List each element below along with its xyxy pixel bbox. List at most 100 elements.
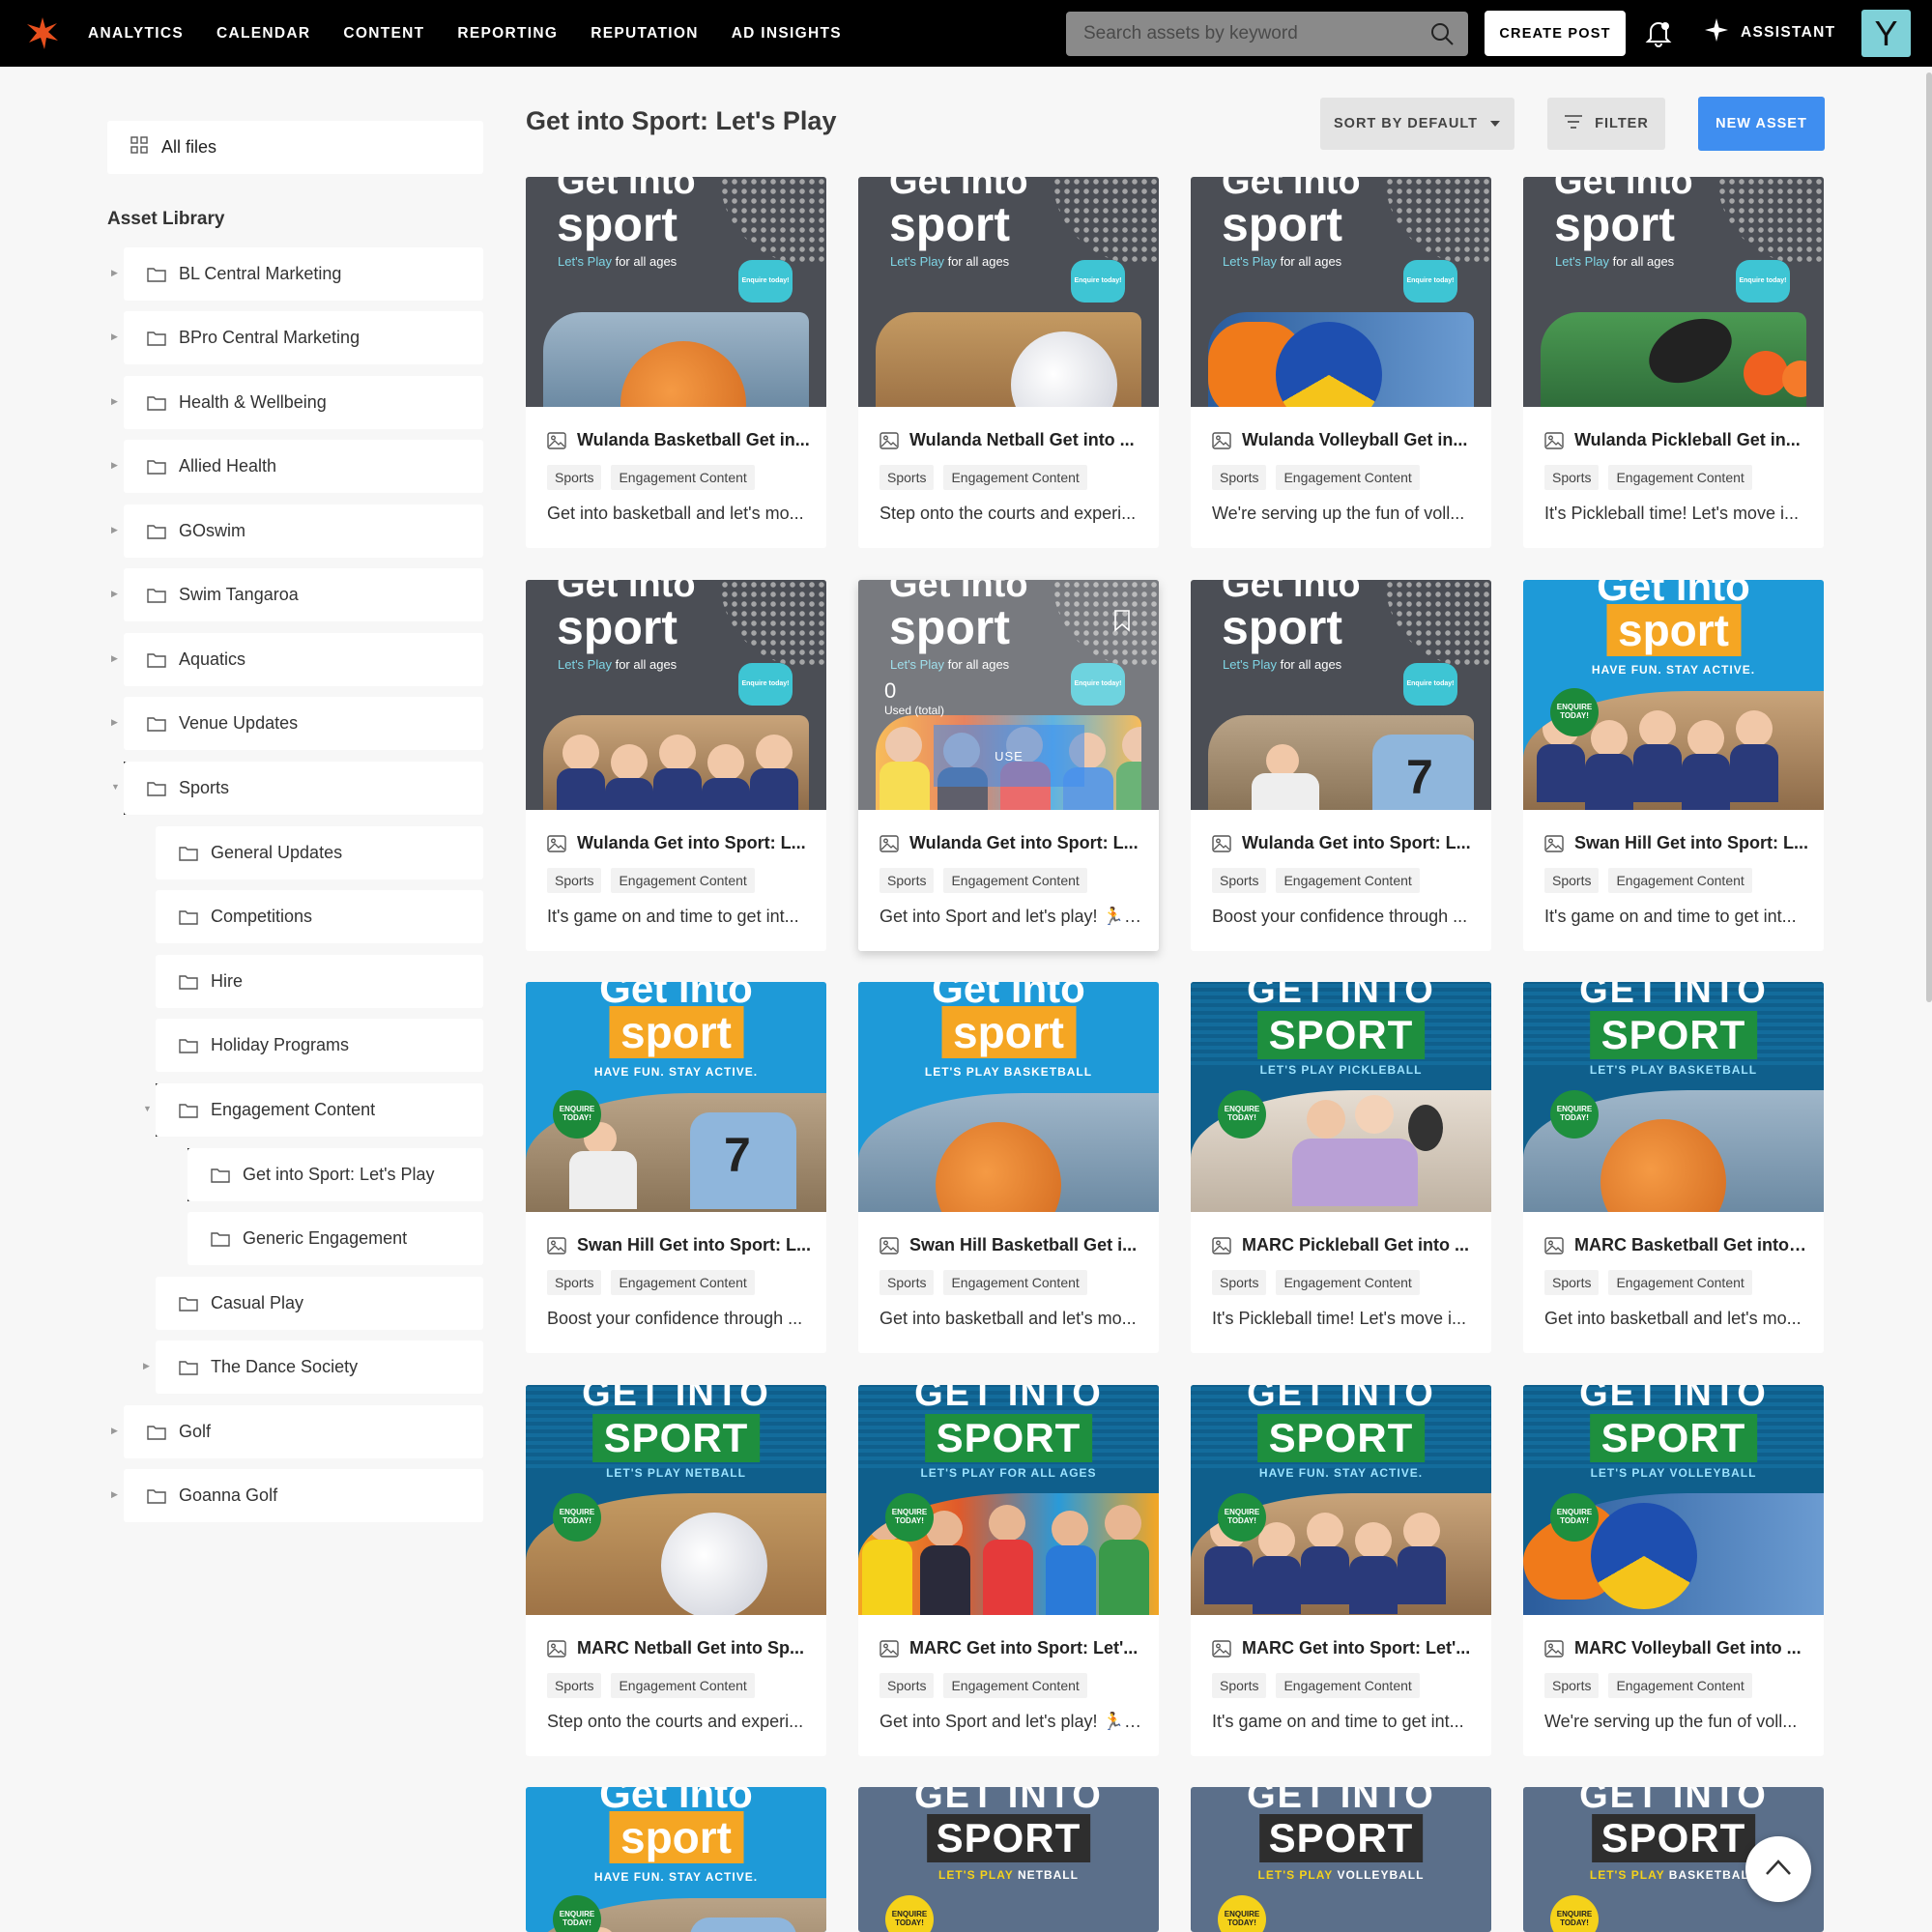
asset-card[interactable]: GET INTO SPORT LET'S PLAY NETBALL ENQUIRE T… [526, 1385, 826, 1756]
asset-card[interactable]: Get into sport HAVE FUN. STAY ACTIVE. ENQUI… [1523, 580, 1824, 951]
tag-engagement-content[interactable]: Engagement Content [943, 1270, 1087, 1295]
folder-venue-updates[interactable]: Venue Updates [124, 697, 483, 750]
tag-sports[interactable]: Sports [879, 868, 935, 893]
search-input[interactable] [1066, 23, 1414, 44]
caret-right-icon[interactable]: ▶ [111, 460, 118, 471]
asset-card[interactable]: GET INTO SPORT LET'S PLAY VOLLEYBALL ENQUIR… [1191, 1787, 1491, 1932]
folder-competitions[interactable]: Competitions [156, 890, 483, 943]
asset-thumbnail[interactable]: Get into sport Let's Play for all ages Enqu… [526, 580, 826, 810]
new-asset-button[interactable]: NEW ASSET [1698, 97, 1825, 151]
notification-bell-icon[interactable] [1644, 17, 1673, 53]
asset-card[interactable]: GET INTO SPORT LET'S PLAY VOLLEYBALL ENQUIR… [1523, 1385, 1824, 1756]
folder-bl-central-marketing[interactable]: BL Central Marketing [124, 247, 483, 301]
create-post-button[interactable]: CREATE POST [1485, 11, 1626, 56]
tag-sports[interactable]: Sports [547, 1270, 602, 1295]
folder-health-wellbeing[interactable]: Health & Wellbeing [124, 376, 483, 429]
tag-engagement-content[interactable]: Engagement Content [611, 868, 755, 893]
asset-card[interactable]: GET INTO SPORT LET'S PLAY FOR ALL AGES ENQU… [858, 1385, 1159, 1756]
caret-right-icon[interactable]: ▶ [111, 332, 118, 342]
caret-down-icon[interactable]: ▼ [143, 1104, 152, 1113]
tag-sports[interactable]: Sports [1212, 465, 1267, 490]
tag-sports[interactable]: Sports [1212, 1270, 1267, 1295]
asset-thumbnail[interactable]: GET INTO SPORT LET'S PLAY PICKLEBALL ENQUIR… [1191, 982, 1491, 1212]
asset-card[interactable]: Get into sport Let's Play for all ages Enqu… [858, 177, 1159, 548]
folder-bpro-central-marketing[interactable]: BPro Central Marketing [124, 311, 483, 364]
bookmark-icon[interactable] [1113, 609, 1131, 637]
folder-engagement-content[interactable]: Engagement Content [156, 1083, 483, 1137]
nav-calendar[interactable]: CALENDAR [216, 25, 310, 43]
scroll-to-top-button[interactable] [1745, 1836, 1811, 1902]
tag-engagement-content[interactable]: Engagement Content [1608, 465, 1752, 490]
page-scrollbar[interactable] [1926, 72, 1932, 1002]
folder-goswim[interactable]: GOswim [124, 505, 483, 558]
folder-generic-engagement[interactable]: Generic Engagement [187, 1212, 483, 1265]
caret-right-icon[interactable]: ▶ [111, 717, 118, 728]
caret-right-icon[interactable]: ▶ [111, 653, 118, 664]
caret-right-icon[interactable]: ▶ [111, 1489, 118, 1500]
asset-thumbnail[interactable]: Get into sport HAVE FUN. STAY ACTIVE. ENQUI… [1523, 580, 1824, 810]
tag-engagement-content[interactable]: Engagement Content [1276, 465, 1420, 490]
nav-content[interactable]: CONTENT [343, 25, 424, 43]
asset-thumbnail[interactable]: Get into sport Let's Play for all ages Enqu… [1191, 177, 1491, 407]
asset-card[interactable]: Get into sport Let's Play for all ages Enqu… [858, 580, 1159, 951]
folder-the-dance-society[interactable]: The Dance Society [156, 1341, 483, 1394]
asset-thumbnail[interactable]: Get into sport Let's Play for all ages Enqu… [1191, 580, 1491, 810]
tag-sports[interactable]: Sports [879, 1270, 935, 1295]
tag-sports[interactable]: Sports [1212, 1673, 1267, 1698]
tag-engagement-content[interactable]: Engagement Content [1276, 1673, 1420, 1698]
tag-engagement-content[interactable]: Engagement Content [1608, 1673, 1752, 1698]
asset-card[interactable]: GET INTO SPORT LET'S PLAY NETBALL ENQUIRE T… [858, 1787, 1159, 1932]
folder-aquatics[interactable]: Aquatics [124, 633, 483, 686]
tag-engagement-content[interactable]: Engagement Content [1608, 868, 1752, 893]
search-icon[interactable] [1429, 21, 1455, 51]
filter-button[interactable]: FILTER [1547, 98, 1665, 150]
asset-thumbnail[interactable]: GET INTO SPORT LET'S PLAY FOR ALL AGES ENQU… [858, 1385, 1159, 1615]
asset-thumbnail[interactable]: GET INTO SPORT LET'S PLAY NETBALL ENQUIRE T… [858, 1787, 1159, 1932]
asset-thumbnail[interactable]: GET INTO SPORT HAVE FUN. STAY ACTIVE. ENQUI… [1191, 1385, 1491, 1615]
folder-allied-health[interactable]: Allied Health [124, 440, 483, 493]
asset-thumbnail[interactable]: Get into sport Let's Play for all ages Enqu… [858, 580, 1159, 810]
tag-sports[interactable]: Sports [1212, 868, 1267, 893]
tag-engagement-content[interactable]: Engagement Content [611, 1673, 755, 1698]
assistant-button[interactable]: ASSISTANT [1704, 17, 1835, 47]
caret-right-icon[interactable]: ▶ [111, 525, 118, 535]
caret-right-icon[interactable]: ▶ [111, 1426, 118, 1436]
tag-engagement-content[interactable]: Engagement Content [611, 1270, 755, 1295]
folder-goanna-golf[interactable]: Goanna Golf [124, 1469, 483, 1522]
asset-card[interactable]: GET INTO SPORT LET'S PLAY PICKLEBALL ENQUIR… [1191, 982, 1491, 1353]
folder-hire[interactable]: Hire [156, 955, 483, 1008]
asset-thumbnail[interactable]: GET INTO SPORT LET'S PLAY NETBALL ENQUIRE T… [526, 1385, 826, 1615]
tag-engagement-content[interactable]: Engagement Content [1276, 868, 1420, 893]
user-avatar[interactable]: Y [1861, 10, 1911, 57]
caret-down-icon[interactable]: ▼ [111, 782, 120, 792]
tag-sports[interactable]: Sports [1544, 465, 1600, 490]
sort-dropdown[interactable]: SORT BY DEFAULT [1320, 98, 1514, 150]
caret-right-icon[interactable]: ▶ [111, 396, 118, 407]
asset-thumbnail[interactable]: Get intosportHAVE FUN. STAY ACTIVE.7ENQU… [526, 982, 826, 1212]
tag-sports[interactable]: Sports [547, 868, 602, 893]
tag-engagement-content[interactable]: Engagement Content [1276, 1270, 1420, 1295]
asset-thumbnail[interactable]: GET INTO SPORT LET'S PLAY VOLLEYBALL ENQUIR… [1191, 1787, 1491, 1932]
asset-card[interactable]: Get into sport Let's Play for all ages Enqu… [526, 580, 826, 951]
tag-sports[interactable]: Sports [1544, 1673, 1600, 1698]
use-asset-button[interactable]: USE [934, 725, 1084, 787]
tag-engagement-content[interactable]: Engagement Content [943, 465, 1087, 490]
tag-engagement-content[interactable]: Engagement Content [943, 1673, 1087, 1698]
tag-engagement-content[interactable]: Engagement Content [1608, 1270, 1752, 1295]
asset-thumbnail[interactable]: GET INTO SPORT LET'S PLAY VOLLEYBALL ENQUIR… [1523, 1385, 1824, 1615]
tag-sports[interactable]: Sports [1544, 1270, 1600, 1295]
asset-thumbnail[interactable]: Get into sport Let's Play for all ages Enqu… [1523, 177, 1824, 407]
tag-sports[interactable]: Sports [547, 1673, 602, 1698]
brand-logo-icon[interactable] [21, 14, 64, 52]
caret-right-icon[interactable]: ▶ [111, 589, 118, 599]
folder-holiday-programs[interactable]: Holiday Programs [156, 1019, 483, 1072]
all-files-button[interactable]: All files [107, 121, 483, 174]
asset-card[interactable]: Get into sport Let's Play for all ages Enqu… [1523, 177, 1824, 548]
folder-swim-tangaroa[interactable]: Swim Tangaroa [124, 568, 483, 621]
tag-sports[interactable]: Sports [547, 465, 602, 490]
folder-golf[interactable]: Golf [124, 1405, 483, 1458]
tag-engagement-content[interactable]: Engagement Content [943, 868, 1087, 893]
folder-sports[interactable]: Sports [124, 762, 483, 815]
asset-thumbnail[interactable]: Get into sport Let's Play for all ages Enqu… [858, 177, 1159, 407]
asset-thumbnail[interactable]: Get into sport Let's Play for all ages Enqu… [526, 177, 826, 407]
